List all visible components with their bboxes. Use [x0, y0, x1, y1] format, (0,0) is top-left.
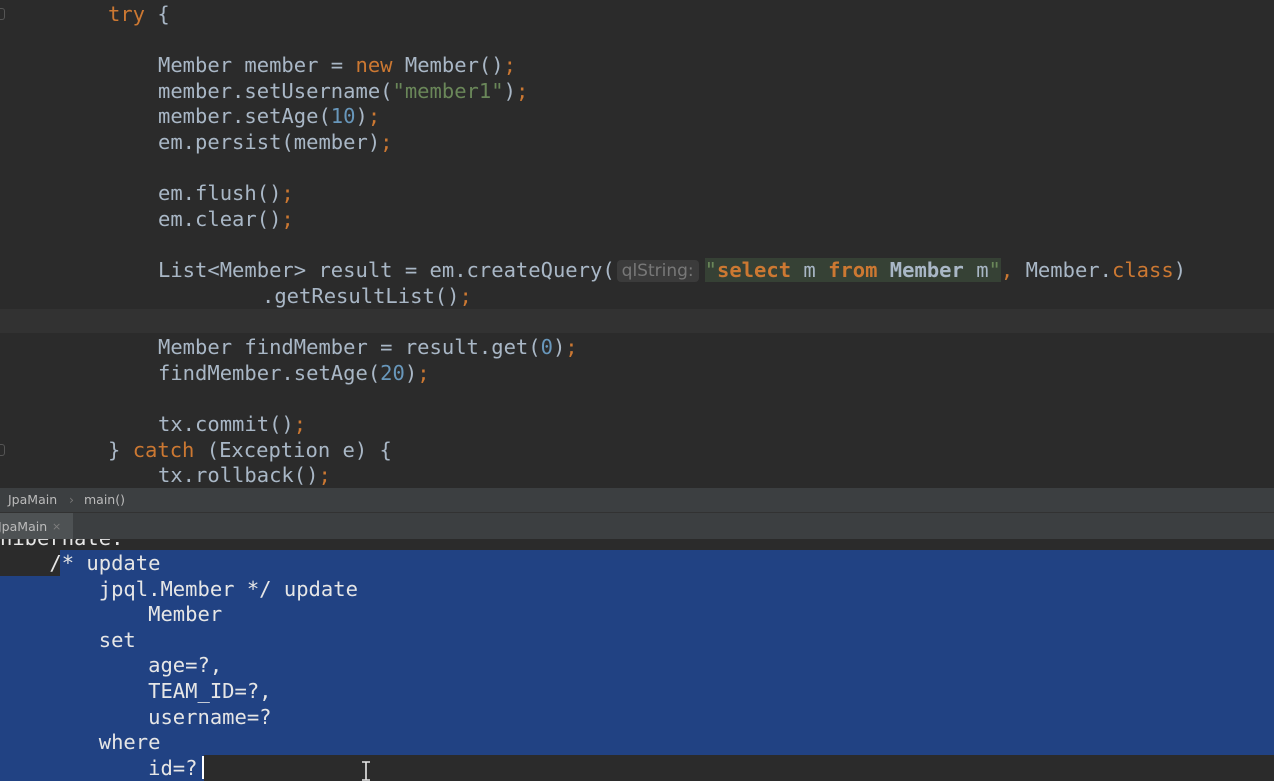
- console-line: TEAM_ID=?,: [0, 679, 272, 703]
- code-text: {: [145, 2, 170, 26]
- semicolon: ;: [380, 130, 393, 154]
- tab-label: JpaMain: [0, 519, 48, 534]
- code-line: member.setUsername("member1");: [158, 78, 528, 104]
- number-literal: 10: [330, 104, 356, 128]
- fold-marker-icon[interactable]: [0, 444, 5, 456]
- number-literal: 20: [380, 361, 405, 385]
- console-line: Member: [0, 602, 223, 626]
- jpql-alias: m: [963, 258, 989, 282]
- jpql-string: "select m from Member m": [704, 258, 1001, 282]
- text-caret: [202, 756, 204, 779]
- keyword: try: [108, 2, 146, 26]
- code-text: ): [552, 335, 566, 359]
- code-text: em.clear(): [158, 207, 282, 231]
- console-line: id=?: [0, 756, 198, 780]
- code-line: tx.rollback();: [158, 462, 331, 488]
- code-text: ): [1173, 258, 1187, 282]
- code-line: em.flush();: [158, 180, 294, 206]
- code-line: Member findMember = result.get(0);: [158, 334, 578, 360]
- semicolon: ;: [293, 412, 307, 436]
- code-text: Member findMember = result.get(: [158, 335, 541, 359]
- quote: ": [988, 258, 1001, 282]
- code-line-try: try {: [108, 1, 170, 27]
- jpql-alias: m: [791, 258, 829, 282]
- breadcrumb-item-method[interactable]: main(): [84, 488, 125, 512]
- code-text: List<Member> result = em.createQuery(: [158, 258, 615, 282]
- code-text: Member member =: [158, 53, 356, 77]
- code-text: tx.commit(): [158, 412, 294, 436]
- code-text: ): [404, 361, 418, 385]
- semicolon: ;: [281, 207, 294, 231]
- code-line-catch: } catch (Exception e) {: [108, 437, 392, 463]
- jpql-keyword: select: [716, 258, 792, 282]
- code-line: Member member = new Member();: [158, 52, 516, 78]
- semicolon: ;: [367, 104, 381, 128]
- ibeam-cursor-icon: [362, 761, 370, 781]
- code-line: em.persist(member);: [158, 129, 393, 155]
- keyword: new: [355, 53, 393, 77]
- current-line-highlight: [0, 309, 1274, 333]
- code-line: tx.commit();: [158, 411, 306, 437]
- console-line: age=?,: [0, 653, 223, 677]
- code-editor[interactable]: try { Member member = new Member(); memb…: [0, 0, 1274, 488]
- keyword: class: [1111, 258, 1174, 282]
- console-line: set: [0, 628, 136, 652]
- console-line: /* update: [0, 551, 161, 575]
- tab-jpamain[interactable]: JpaMain ×: [0, 513, 73, 540]
- quote: ": [704, 258, 717, 282]
- code-text: Member.: [1013, 258, 1112, 282]
- fold-marker-icon[interactable]: [0, 8, 5, 20]
- code-line: em.clear();: [158, 206, 294, 232]
- console-output[interactable]: hibernate: /* update jpql.Member */ upda…: [0, 539, 1274, 781]
- keyword: catch: [132, 438, 195, 462]
- semicolon: ;: [318, 463, 331, 487]
- code-text: em.persist(member): [158, 130, 381, 154]
- code-text: member.setAge(: [158, 104, 331, 128]
- breadcrumb: JpaMain › main(): [0, 488, 1274, 512]
- code-text: findMember.setAge(: [158, 361, 381, 385]
- console-line: where: [0, 730, 161, 754]
- close-icon[interactable]: ×: [52, 513, 61, 540]
- code-text: Member(): [392, 53, 504, 77]
- semicolon: ;: [281, 181, 294, 205]
- semicolon: ;: [515, 79, 529, 103]
- run-tab-bar: JpaMain ×: [0, 512, 1274, 540]
- parameter-hint: qlString:: [616, 260, 699, 282]
- code-line: findMember.setAge(20);: [158, 360, 430, 386]
- jpql-entity: Member: [889, 258, 964, 282]
- code-line: .getResultList();: [262, 283, 472, 309]
- number-literal: 0: [540, 335, 553, 359]
- code-text: (Exception e) {: [194, 438, 392, 462]
- code-text: tx.rollback(): [158, 463, 319, 487]
- selection-highlight: [60, 550, 1274, 576]
- console-line: username=?: [0, 705, 272, 729]
- semicolon: ;: [417, 361, 430, 385]
- code-line-query: List<Member> result = em.createQuery(qlS…: [158, 257, 1186, 283]
- code-line: member.setAge(10);: [158, 103, 380, 129]
- code-text: }: [108, 438, 133, 462]
- semicolon: ;: [503, 53, 516, 77]
- string-literal: "member1": [392, 79, 504, 103]
- breadcrumb-separator: ›: [69, 492, 74, 507]
- code-text: ): [355, 104, 368, 128]
- semicolon: ;: [459, 284, 472, 308]
- jpql-keyword: from: [828, 258, 878, 282]
- semicolon: ;: [565, 335, 578, 359]
- comma: ,: [1000, 258, 1014, 282]
- console-line: jpql.Member */ update: [0, 577, 358, 601]
- code-text: member.setUsername(: [158, 79, 393, 103]
- breadcrumb-item-class[interactable]: JpaMain: [8, 488, 57, 512]
- code-text: em.flush(): [158, 181, 282, 205]
- code-text: .getResultList(): [262, 284, 460, 308]
- code-text: ): [503, 79, 516, 103]
